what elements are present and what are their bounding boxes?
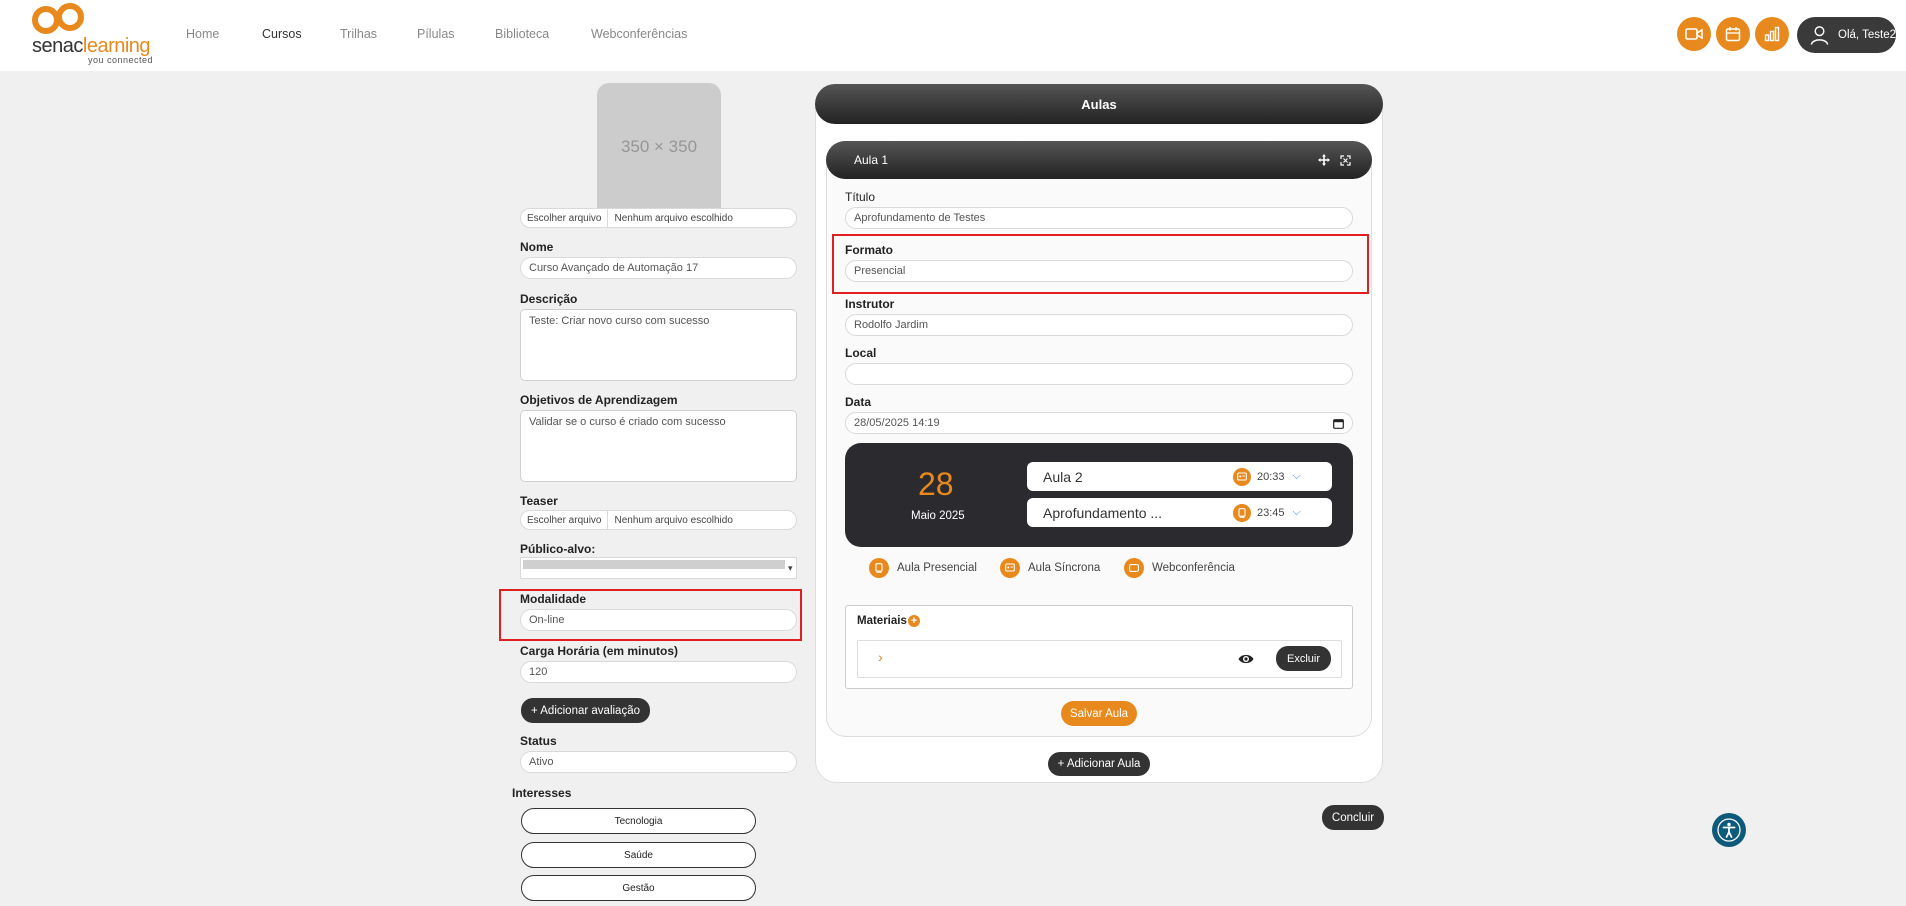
legend-aula-sincrona: Aula Síncrona	[1000, 558, 1100, 578]
video-icon	[1685, 28, 1703, 40]
status-label: Status	[520, 734, 557, 748]
concluir-button[interactable]: Concluir	[1322, 805, 1384, 830]
interesses-label: Interesses	[512, 786, 572, 800]
teaser-file-input[interactable]: Escolher arquivo Nenhum arquivo escolhid…	[520, 510, 797, 530]
move-icon[interactable]	[1318, 154, 1330, 166]
excluir-button[interactable]: Excluir	[1276, 646, 1331, 671]
legend-label: Aula Presencial	[897, 562, 977, 574]
nav-pilulas[interactable]: Pílulas	[417, 27, 455, 41]
eye-icon[interactable]	[1238, 652, 1254, 666]
carga-horaria-input[interactable]: 120	[520, 661, 797, 683]
data-label: Data	[845, 395, 872, 409]
calendar-icon	[1725, 27, 1741, 42]
chevron-right-icon[interactable]: ›	[878, 649, 883, 665]
reports-button[interactable]	[1755, 17, 1789, 51]
calendar-event-item[interactable]: Aprofundamento ... 23:45 ⌵	[1027, 498, 1332, 527]
instrutor-input[interactable]: Rodolfo Jardim	[845, 314, 1353, 336]
nav-webconferencias[interactable]: Webconferências	[591, 27, 687, 41]
sync-class-icon	[1000, 558, 1020, 578]
nav-biblioteca[interactable]: Biblioteca	[495, 27, 549, 41]
event-time: 20:33	[1257, 470, 1285, 483]
user-greeting: Olá, Teste2	[1838, 29, 1896, 41]
course-image-file-input[interactable]: Escolher arquivo Nenhum arquivo escolhid…	[520, 208, 797, 228]
formato-input[interactable]: Presencial	[845, 260, 1353, 282]
titulo-label: Título	[845, 190, 876, 204]
status-input[interactable]: Ativo	[520, 751, 797, 773]
course-image-placeholder: 350 × 350	[597, 83, 721, 210]
calendar-day: 28	[918, 466, 954, 502]
carga-horaria-label: Carga Horária (em minutos)	[520, 644, 679, 658]
user-icon	[1810, 26, 1829, 45]
video-button[interactable]	[1677, 17, 1711, 51]
legend-aula-presencial: Aula Presencial	[869, 558, 977, 578]
nome-input[interactable]: Curso Avançado de Automação 17	[520, 257, 797, 279]
aulas-header: Aulas	[815, 84, 1383, 124]
nav-trilhas[interactable]: Trilhas	[340, 27, 377, 41]
modalidade-label: Modalidade	[520, 592, 587, 606]
event-title: Aprofundamento ...	[1043, 504, 1163, 521]
top-bar: senaclearning you connected Home Cursos …	[0, 0, 1906, 71]
nav-cursos[interactable]: Cursos	[262, 27, 302, 41]
chevron-down-icon[interactable]: ⌵	[1293, 470, 1301, 483]
senac-learning-logo[interactable]: senaclearning you connected	[32, 2, 172, 66]
accessibility-button[interactable]	[1712, 813, 1746, 847]
calendar-month: Maio 2025	[911, 510, 965, 522]
add-aula-button[interactable]: + Adicionar Aula	[1048, 752, 1150, 776]
local-input[interactable]	[845, 363, 1353, 385]
publico-alvo-select[interactable]: ▾	[520, 557, 797, 579]
calendar-picker-icon[interactable]	[1333, 418, 1344, 429]
calendar-event-item[interactable]: Aula 2 20:33 ⌵	[1027, 462, 1332, 491]
video-icon	[1124, 558, 1144, 578]
file-status: Nenhum arquivo escolhido	[614, 514, 733, 526]
modalidade-input[interactable]: On-line	[520, 609, 797, 631]
publico-alvo-label: Público-alvo:	[520, 542, 596, 556]
add-material-icon[interactable]: +	[908, 615, 920, 627]
chevron-down-icon: ▾	[788, 563, 793, 573]
aula-title: Aula 1	[854, 153, 889, 167]
legend-webconferencia: Webconferência	[1124, 558, 1235, 578]
selected-option-bar	[523, 560, 785, 569]
formato-label: Formato	[845, 243, 893, 257]
expand-icon[interactable]	[1340, 155, 1351, 166]
chevron-down-icon[interactable]: ⌵	[1293, 506, 1301, 519]
interesse-saude[interactable]: Saúde	[521, 842, 756, 868]
legend-label: Webconferência	[1152, 562, 1235, 574]
presencial-class-icon	[1233, 503, 1251, 522]
teaser-label: Teaser	[520, 494, 558, 508]
descricao-label: Descrição	[520, 292, 578, 306]
data-input[interactable]: 28/05/2025 14:19	[845, 412, 1353, 434]
descricao-textarea[interactable]: Teste: Criar novo curso com sucesso	[520, 309, 797, 381]
file-status: Nenhum arquivo escolhido	[614, 212, 733, 224]
instrutor-label: Instrutor	[845, 297, 895, 311]
material-row: › Excluir	[857, 640, 1342, 678]
data-value: 28/05/2025 14:19	[854, 417, 940, 429]
titulo-input[interactable]: Aprofundamento de Testes	[845, 207, 1353, 229]
nome-label: Nome	[520, 240, 554, 254]
aula-card-header[interactable]: Aula 1	[826, 141, 1372, 179]
materiais-label: Materiais	[857, 615, 907, 627]
objetivos-textarea[interactable]: Validar se o curso é criado com sucesso	[520, 410, 797, 482]
interesse-gestao[interactable]: Gestão	[521, 875, 756, 901]
user-menu-button[interactable]: Olá, Teste2	[1797, 17, 1896, 53]
presencial-class-icon	[869, 558, 889, 578]
chart-icon	[1764, 26, 1780, 42]
event-time: 23:45	[1257, 506, 1285, 519]
nav-home[interactable]: Home	[186, 27, 219, 41]
event-title: Aula 2	[1043, 468, 1083, 485]
accessibility-icon	[1717, 818, 1741, 842]
objetivos-label: Objetivos de Aprendizagem	[520, 393, 678, 407]
sync-class-icon	[1233, 467, 1251, 486]
local-label: Local	[845, 346, 877, 360]
add-avaliacao-button[interactable]: + Adicionar avaliação	[521, 698, 650, 723]
logo-tagline: you connected	[88, 55, 154, 65]
calendar-button[interactable]	[1716, 17, 1750, 51]
salvar-aula-button[interactable]: Salvar Aula	[1061, 701, 1137, 726]
choose-file-button[interactable]: Escolher arquivo	[521, 209, 609, 227]
legend-label: Aula Síncrona	[1028, 562, 1101, 574]
choose-file-button[interactable]: Escolher arquivo	[521, 511, 609, 529]
interesse-tecnologia[interactable]: Tecnologia	[521, 808, 756, 834]
logo-mark-icon	[32, 3, 84, 34]
